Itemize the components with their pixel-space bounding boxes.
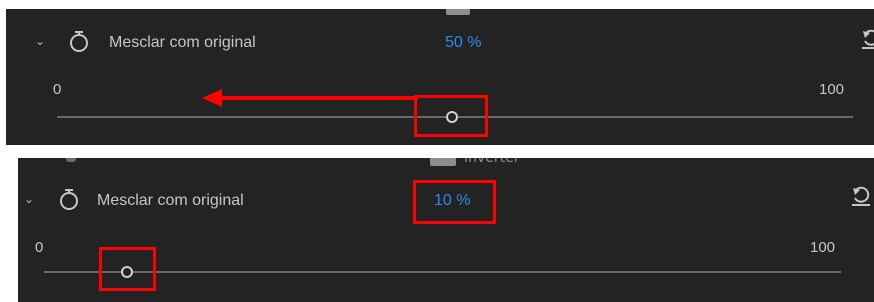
chevron-down-icon[interactable]: ⌄ xyxy=(35,35,45,47)
slider-max-label: 100 xyxy=(819,81,845,98)
knob-highlight-box xyxy=(414,95,488,137)
stopwatch-icon[interactable] xyxy=(58,187,80,211)
slider-min-label: 0 xyxy=(35,239,44,256)
cropped-effect-name: Inverter xyxy=(464,158,520,166)
value-highlight-box xyxy=(413,180,496,224)
effect-control-panel-before: ⌄ Mesclar com original 50 % 0 100 xyxy=(6,9,874,145)
stopwatch-icon[interactable] xyxy=(68,29,90,53)
property-label: Mesclar com original xyxy=(109,34,256,51)
chevron-down-icon[interactable]: ⌄ xyxy=(24,193,34,205)
reset-icon[interactable] xyxy=(862,29,874,49)
effect-control-panel-after: Inverter ⌄ Mesclar com original 10 % 0 1… xyxy=(18,158,874,302)
drag-left-arrow xyxy=(202,89,418,107)
cropped-toggle-icon xyxy=(446,9,470,15)
cropped-toggle-icon xyxy=(430,158,456,166)
slider-min-label: 0 xyxy=(53,81,62,98)
cropped-item-icon xyxy=(66,158,76,162)
slider-track[interactable] xyxy=(44,271,841,273)
knob-highlight-box xyxy=(99,247,156,291)
property-label: Mesclar com original xyxy=(97,192,244,209)
reset-icon[interactable] xyxy=(852,186,870,206)
slider-max-label: 100 xyxy=(810,239,836,256)
property-value[interactable]: 50 % xyxy=(445,34,481,52)
